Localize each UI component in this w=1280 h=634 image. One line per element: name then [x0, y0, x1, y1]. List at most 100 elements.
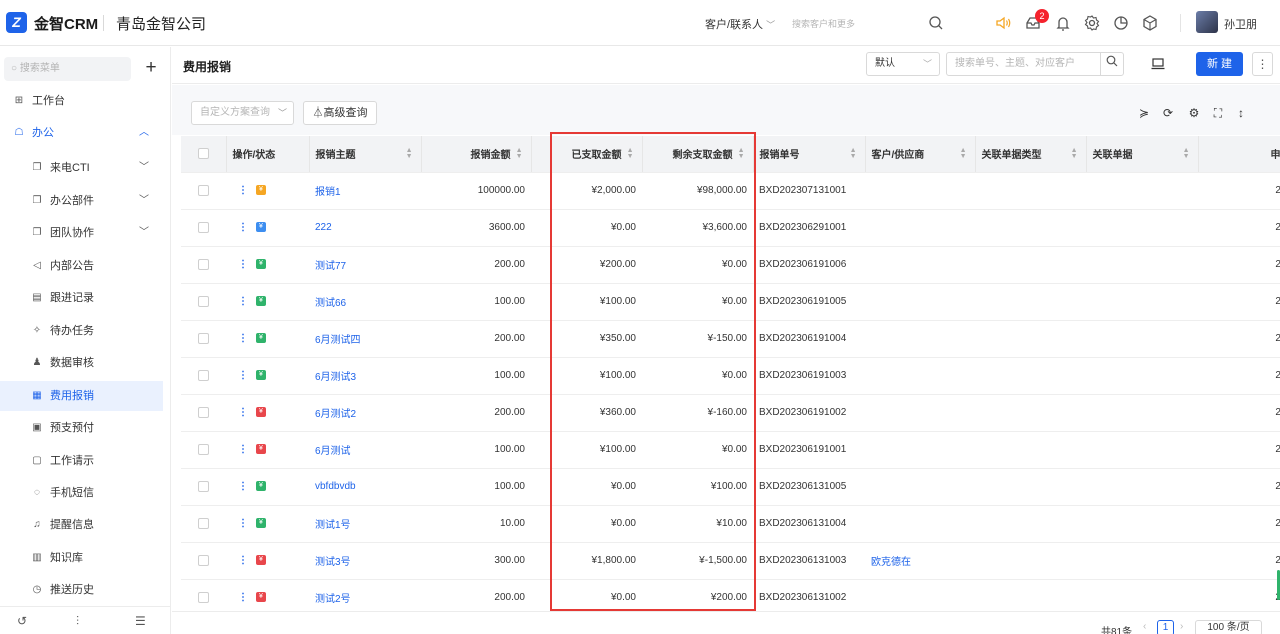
- customer-link[interactable]: [865, 246, 975, 284]
- select-all-checkbox[interactable]: [181, 136, 227, 173]
- sort-icon[interactable]: ▲ ▼: [1071, 147, 1078, 160]
- row-checkbox[interactable]: [181, 542, 226, 580]
- customer-link[interactable]: [865, 505, 975, 543]
- sidebar-item-followup[interactable]: ▤ 跟进记录: [0, 283, 163, 313]
- row-checkbox[interactable]: [181, 209, 226, 247]
- more-actions-icon[interactable]: ⋮: [238, 407, 248, 418]
- sidebar-item-office[interactable]: ☖ 办公 ︿: [0, 118, 163, 148]
- column-header[interactable]: 关联单据 ▲ ▼: [1086, 136, 1199, 173]
- row-checkbox[interactable]: [181, 394, 226, 432]
- column-header[interactable]: 客户/供应商 ▲ ▼: [865, 136, 976, 173]
- subject-link[interactable]: 测试77: [309, 246, 421, 284]
- sidebar-item-todo[interactable]: ✧ 待办任务: [0, 316, 163, 346]
- customer-link[interactable]: [865, 579, 975, 610]
- search-scope-select[interactable]: 客户/联系人 ﹀: [705, 16, 775, 32]
- sidebar-item-workbench[interactable]: ⊞ 工作台: [0, 86, 163, 116]
- customer-link[interactable]: [865, 431, 975, 469]
- subject-link[interactable]: 测试3号: [309, 542, 421, 580]
- row-checkbox[interactable]: [181, 579, 226, 610]
- customer-link[interactable]: 欧克德在: [865, 542, 975, 580]
- row-checkbox[interactable]: [181, 172, 226, 210]
- customer-link[interactable]: [865, 394, 975, 432]
- bell-icon[interactable]: [1054, 14, 1072, 32]
- settings-icon[interactable]: [1083, 14, 1101, 32]
- avatar[interactable]: [1196, 11, 1218, 33]
- row-checkbox[interactable]: [181, 357, 226, 395]
- more-actions-icon[interactable]: ⋮: [238, 259, 248, 270]
- more-actions-icon[interactable]: ⋮: [238, 518, 248, 529]
- collapse-menu-icon[interactable]: ☰: [135, 614, 146, 628]
- row-checkbox[interactable]: [181, 246, 226, 284]
- customer-link[interactable]: [865, 468, 975, 506]
- subject-link[interactable]: 222: [309, 209, 421, 247]
- sidebar-item-advance[interactable]: ▣ 预支预付: [0, 413, 163, 443]
- customer-link[interactable]: [865, 209, 975, 247]
- new-button[interactable]: 新 建: [1196, 52, 1243, 76]
- page-size-select[interactable]: 100 条/页: [1195, 620, 1262, 634]
- sidebar-item-push-history[interactable]: ◷ 推送历史: [0, 575, 163, 605]
- column-header[interactable]: 报销单号 ▲ ▼: [753, 136, 866, 173]
- current-page-button[interactable]: 1: [1157, 620, 1174, 634]
- more-actions-icon[interactable]: ⋮: [238, 481, 248, 492]
- column-header[interactable]: 报销金额 ▲ ▼: [421, 136, 532, 173]
- sort-icon[interactable]: ▲ ▼: [1183, 147, 1190, 160]
- more-actions-icon[interactable]: ⋮: [238, 333, 248, 344]
- advanced-query-button[interactable]: ⏃高级查询: [303, 101, 377, 125]
- sidebar-item-office-parts[interactable]: ❐ 办公部件 ﹀: [0, 186, 163, 216]
- subject-link[interactable]: 测试66: [309, 283, 421, 321]
- sort-icon[interactable]: ▲ ▼: [406, 147, 413, 160]
- expand-rows-icon[interactable]: ≽: [1137, 106, 1151, 120]
- row-checkbox[interactable]: [181, 283, 226, 321]
- sidebar-item-cti[interactable]: ❐ 来电CTI ﹀: [0, 153, 163, 183]
- more-options-button[interactable]: ⋮: [1252, 52, 1273, 76]
- prev-page-button[interactable]: ‹: [1143, 621, 1146, 632]
- sidebar-item-request[interactable]: ▢ 工作请示: [0, 446, 163, 476]
- column-settings-icon[interactable]: ⚙: [1187, 106, 1201, 120]
- row-checkbox[interactable]: [181, 320, 226, 358]
- custom-query-select[interactable]: 自定义方案查询 ﹀: [191, 101, 294, 125]
- subject-link[interactable]: vbfdbvdb: [309, 468, 421, 506]
- history-icon[interactable]: ↺: [17, 614, 27, 628]
- sidebar-item-team[interactable]: ❐ 团队协作 ﹀: [0, 218, 163, 248]
- subject-link[interactable]: 6月测试2: [309, 394, 421, 432]
- user-name[interactable]: 孙卫朋: [1224, 16, 1257, 32]
- customer-link[interactable]: [865, 172, 975, 210]
- sidebar-item-announcement[interactable]: ◁ 内部公告: [0, 251, 163, 281]
- company-name[interactable]: 青岛金智公司: [116, 13, 206, 34]
- customer-link[interactable]: [865, 357, 975, 395]
- add-menu-button[interactable]: +: [140, 58, 162, 80]
- subject-link[interactable]: 6月测试: [309, 431, 421, 469]
- row-checkbox[interactable]: [181, 431, 226, 469]
- subject-link[interactable]: 测试1号: [309, 505, 421, 543]
- cube-icon[interactable]: [1141, 14, 1159, 32]
- sidebar-item-expense[interactable]: ▦ 费用报销: [0, 381, 163, 411]
- column-header[interactable]: 报销主题 ▲ ▼: [309, 136, 422, 173]
- next-page-button[interactable]: ›: [1180, 621, 1183, 632]
- sort-icon[interactable]: ▲ ▼: [850, 147, 857, 160]
- sort-icon[interactable]: ▲ ▼: [960, 147, 967, 160]
- row-checkbox[interactable]: [181, 505, 226, 543]
- subject-link[interactable]: 6月测试3: [309, 357, 421, 395]
- customer-link[interactable]: [865, 320, 975, 358]
- menu-search-input[interactable]: ○ 搜索菜单: [4, 57, 131, 81]
- row-checkbox[interactable]: [181, 468, 226, 506]
- global-search-input[interactable]: 搜索客户和更多: [792, 17, 855, 30]
- sort-select[interactable]: 默认 ﹀: [866, 52, 940, 76]
- order-search-button[interactable]: [1100, 52, 1124, 76]
- subject-link[interactable]: 报销1: [309, 172, 421, 210]
- order-search-input[interactable]: 搜索单号、主题、对应客户: [946, 52, 1101, 76]
- more-actions-icon[interactable]: ⋮: [238, 222, 248, 233]
- sidebar-item-reminder[interactable]: ♫ 提醒信息: [0, 510, 163, 540]
- search-icon[interactable]: [928, 15, 944, 31]
- sort-icon[interactable]: ▲ ▼: [516, 147, 523, 160]
- speaker-icon[interactable]: [994, 14, 1012, 32]
- subject-link[interactable]: 测试2号: [309, 579, 421, 610]
- refresh-icon[interactable]: ⟳: [1161, 106, 1175, 120]
- more-actions-icon[interactable]: ⋮: [238, 555, 248, 566]
- more-actions-icon[interactable]: ⋮: [238, 444, 248, 455]
- sliders-icon[interactable]: ⫶: [76, 614, 79, 629]
- sidebar-item-audit[interactable]: ♟ 数据审核: [0, 348, 163, 378]
- customer-link[interactable]: [865, 283, 975, 321]
- fullscreen-icon[interactable]: ⛶: [1211, 106, 1225, 120]
- more-actions-icon[interactable]: ⋮: [238, 592, 248, 603]
